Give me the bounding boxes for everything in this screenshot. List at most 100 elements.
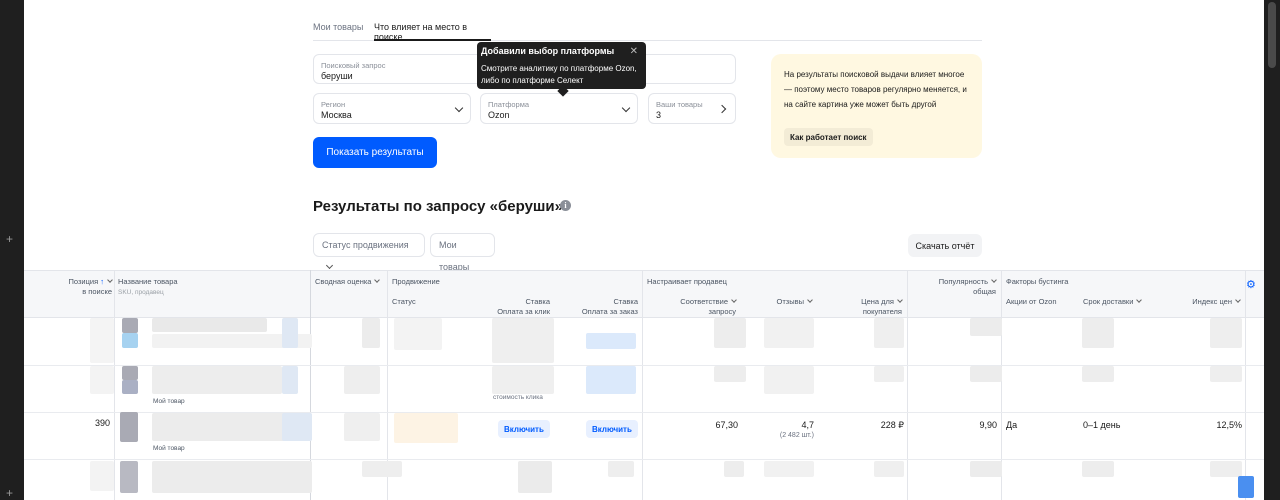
plus-icon[interactable]: + xyxy=(6,233,13,245)
blurred-content xyxy=(714,318,746,348)
blurred-content xyxy=(874,318,904,348)
scrollbar-thumb[interactable] xyxy=(1268,2,1276,68)
region-select[interactable]: Регион Москва xyxy=(313,93,471,124)
col-status[interactable]: Статус xyxy=(392,297,416,307)
blurred-content xyxy=(714,366,746,382)
col-rate-order-label: Ставка xyxy=(613,297,638,306)
blurred-content xyxy=(1210,461,1242,477)
col-reviews[interactable]: Отзывы xyxy=(744,297,813,307)
blurred-content xyxy=(874,366,904,382)
region-value: Москва xyxy=(321,110,352,120)
platform-value: Ozon xyxy=(488,110,510,120)
col-popularity-sub: общая xyxy=(973,287,996,296)
blurred-content xyxy=(362,318,380,348)
col-ozon-promo-label: Акции от Ozon xyxy=(1006,297,1057,306)
col-relevance-sub: запросу xyxy=(708,307,736,316)
col-price[interactable]: Цена для покупателя xyxy=(824,297,903,317)
col-popularity-label: Популярность xyxy=(938,277,988,286)
chevron-down-icon xyxy=(374,277,381,283)
col-delivery[interactable]: Срок доставки xyxy=(1083,297,1143,307)
blurred-content xyxy=(122,380,138,394)
blurred-content xyxy=(586,366,636,394)
show-results-button[interactable]: Показать результаты xyxy=(313,137,437,168)
chevron-down-icon xyxy=(1136,297,1143,303)
col-delivery-label: Срок доставки xyxy=(1083,297,1134,306)
download-report-button[interactable]: Скачать отчёт xyxy=(908,234,982,257)
my-item-label: Мой товар xyxy=(153,398,185,405)
col-position[interactable]: Позиция ↑ в поиске xyxy=(44,277,113,297)
how-search-works-button[interactable]: Как работает поиск xyxy=(784,128,873,146)
tab-search-factors[interactable]: Что влияет на место в поиске xyxy=(374,22,491,42)
col-name[interactable]: Название товара SKU, продавец xyxy=(118,277,178,298)
blurred-content xyxy=(90,318,114,363)
col-rate-order[interactable]: Ставка Оплата за заказ xyxy=(564,297,638,317)
info-icon[interactable]: i xyxy=(560,200,571,211)
close-icon[interactable]: ✕ xyxy=(630,46,638,57)
col-rate-click-label: Ставка xyxy=(525,297,550,306)
chevron-down-icon xyxy=(107,277,113,283)
col-price-index[interactable]: Индекс цен xyxy=(1164,297,1241,307)
blurred-content xyxy=(344,413,380,441)
col-ozon-promo[interactable]: Акции от Ozon xyxy=(1006,297,1057,307)
col-price-label: Цена для xyxy=(861,297,894,306)
col-rate-click-sub: Оплата за клик xyxy=(497,307,550,316)
col-popularity[interactable]: Популярность общая xyxy=(914,277,997,297)
your-items-value: 3 xyxy=(656,110,662,120)
blurred-content xyxy=(90,366,114,394)
page: Мои товары Что влияет на место в поиске … xyxy=(24,0,1264,500)
col-summary-label: Сводная оценка xyxy=(315,277,372,286)
blurred-content xyxy=(122,333,138,348)
blurred-content xyxy=(1238,476,1254,498)
enable-order-button[interactable]: Включить xyxy=(586,420,638,438)
blurred-content xyxy=(492,366,554,394)
col-rate-click[interactable]: Ставка Оплата за клик xyxy=(478,297,550,317)
blurred-content xyxy=(1210,366,1242,382)
col-summary[interactable]: Сводная оценка xyxy=(315,277,381,287)
col-relevance[interactable]: Соответствие запросу xyxy=(654,297,737,317)
scrollbar[interactable] xyxy=(1264,0,1280,500)
tab-my-items[interactable]: Мои товары xyxy=(313,22,363,41)
blurred-content xyxy=(282,366,298,394)
search-query-value: беруши xyxy=(321,71,353,81)
col-position-label: Позиция xyxy=(68,277,99,286)
blurred-content xyxy=(970,318,1002,336)
enable-click-button[interactable]: Включить xyxy=(498,420,550,438)
col-group-seller: Настраивает продавец xyxy=(647,277,727,286)
blurred-content xyxy=(1082,318,1114,348)
blurred-content xyxy=(724,461,744,477)
promo-status-filter[interactable]: Статус продвижения xyxy=(313,233,425,270)
col-relevance-label: Соответствие xyxy=(680,297,728,306)
col-name-label: Название товара xyxy=(118,277,178,286)
my-items-filter[interactable]: Мои товары xyxy=(430,233,495,272)
product-thumbnail[interactable] xyxy=(120,412,138,442)
blurred-content xyxy=(122,366,138,380)
chevron-down-icon xyxy=(991,277,997,283)
info-text: На результаты поисковой выдачи влияет мн… xyxy=(784,70,967,109)
chevron-down-icon xyxy=(454,103,464,113)
gear-icon[interactable]: ⚙ xyxy=(1246,278,1256,291)
divider xyxy=(642,270,643,500)
blurred-content xyxy=(608,461,634,477)
chevron-right-icon xyxy=(717,104,727,114)
blurred-content xyxy=(764,461,814,477)
my-item-label: Мой товар xyxy=(153,445,185,452)
platform-select[interactable]: Платформа Ozon xyxy=(480,93,638,124)
blurred-content xyxy=(122,318,138,333)
blurred-content xyxy=(1210,318,1242,348)
search-query-label: Поисковый запрос xyxy=(321,61,386,70)
divider xyxy=(907,270,908,500)
your-items-field[interactable]: Ваши товары 3 xyxy=(648,93,736,124)
tabs: Мои товары Что влияет на место в поиске xyxy=(313,16,982,42)
blurred-content xyxy=(90,461,114,491)
row-reviews: 4,7 xyxy=(801,420,814,430)
row-price: 228 ₽ xyxy=(880,420,904,430)
blurred-content xyxy=(152,366,282,394)
row-position: 390 xyxy=(94,418,110,428)
row-reviews-count: (2 482 шт.) xyxy=(779,432,814,439)
row-divider xyxy=(24,459,1264,460)
blurred-content xyxy=(152,461,312,493)
row-price-index: 12,5% xyxy=(1216,420,1242,430)
col-rate-order-sub: Оплата за заказ xyxy=(581,307,638,316)
col-price-sub: покупателя xyxy=(862,307,902,316)
plus-icon[interactable]: + xyxy=(6,487,13,499)
